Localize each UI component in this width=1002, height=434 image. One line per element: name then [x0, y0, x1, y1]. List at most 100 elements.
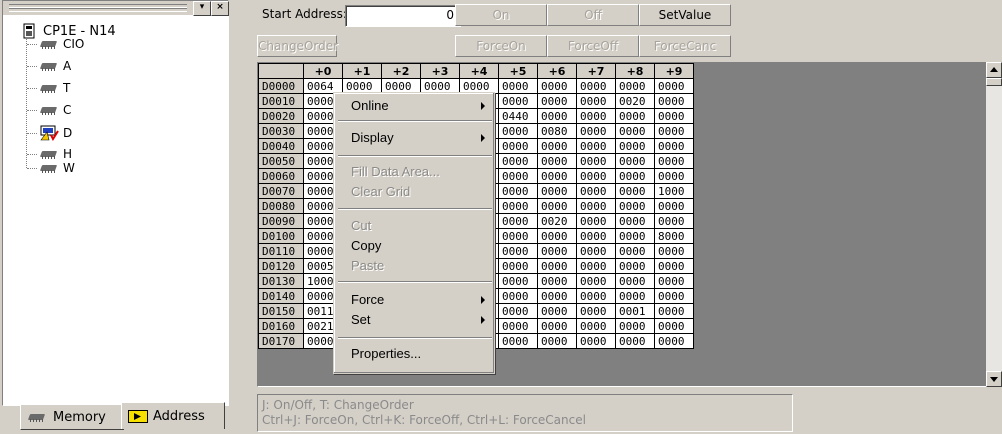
grid-cell[interactable]: 0020 [615, 93, 655, 109]
grid-cell[interactable]: 0000 [654, 303, 694, 319]
grid-cell[interactable]: 0000 [615, 123, 655, 139]
tree-item-c[interactable]: C [27, 103, 71, 117]
grid-cell[interactable]: 0000 [615, 213, 655, 229]
menu-item-fill-data-area[interactable]: Fill Data Area... [337, 163, 491, 181]
grid-cell[interactable]: 0000 [537, 258, 577, 274]
grid-cell[interactable]: 0000 [576, 153, 616, 169]
menu-item-copy[interactable]: Copy [337, 237, 491, 255]
grid-cell[interactable]: 0000 [576, 183, 616, 199]
grid-cell[interactable]: 0000 [654, 333, 694, 349]
grid-cell[interactable]: 0000 [615, 318, 655, 334]
menu-item-paste[interactable]: Paste [337, 257, 491, 275]
grid-cell[interactable]: 0000 [615, 288, 655, 304]
grid-cell[interactable]: 0000 [498, 333, 538, 349]
grid-cell[interactable]: 0000 [615, 333, 655, 349]
grid-cell[interactable]: 0000 [654, 153, 694, 169]
grid-cell[interactable]: 0000 [498, 93, 538, 109]
grid-cell[interactable]: 0000 [654, 198, 694, 214]
tree-item-a[interactable]: A [27, 59, 71, 73]
menu-item-properties[interactable]: Properties... [337, 345, 491, 363]
grid-cell[interactable]: 0000 [654, 273, 694, 289]
vertical-scrollbar[interactable] [986, 62, 1002, 387]
grid-cell[interactable]: 0440 [498, 108, 538, 124]
grid-cell[interactable]: 0000 [498, 138, 538, 154]
on-button[interactable]: On [455, 4, 547, 26]
grid-cell[interactable]: 0000 [537, 318, 577, 334]
grid-cell[interactable]: 0000 [537, 153, 577, 169]
grid-cell[interactable]: 0000 [654, 243, 694, 259]
grid-cell[interactable]: 0000 [498, 168, 538, 184]
grid-cell[interactable]: 0000 [615, 138, 655, 154]
grid-cell[interactable]: 0000 [537, 333, 577, 349]
grid-cell[interactable]: 0000 [498, 228, 538, 244]
grid-cell[interactable]: 0020 [537, 213, 577, 229]
tree-item-h[interactable]: H [27, 147, 72, 161]
grid-cell[interactable]: 0000 [654, 108, 694, 124]
grid-cell[interactable]: 0000 [654, 123, 694, 139]
grid-cell[interactable]: 0000 [576, 228, 616, 244]
grid-cell[interactable]: 0000 [576, 213, 616, 229]
menu-item-display[interactable]: Display [337, 129, 491, 147]
grid-cell[interactable]: 0000 [615, 153, 655, 169]
grid-cell[interactable]: 0000 [576, 318, 616, 334]
grid-cell[interactable]: 0001 [615, 303, 655, 319]
grid-cell[interactable]: 0000 [576, 168, 616, 184]
grid-cell[interactable]: 0000 [537, 183, 577, 199]
grid-cell[interactable]: 0000 [576, 138, 616, 154]
force-off-button[interactable]: ForceOff [547, 35, 639, 57]
grid-cell[interactable]: 0000 [498, 303, 538, 319]
grid-cell[interactable]: 0000 [498, 273, 538, 289]
grid-cell[interactable]: 0000 [498, 183, 538, 199]
tab-memory[interactable]: Memory [20, 404, 124, 430]
grid-cell[interactable]: 0000 [498, 123, 538, 139]
grid-cell[interactable]: 0000 [615, 78, 655, 94]
set-value-button[interactable]: SetValue [639, 4, 731, 26]
grid-cell[interactable]: 0000 [576, 78, 616, 94]
menu-item-online[interactable]: Online [337, 97, 491, 115]
grid-cell[interactable]: 0000 [537, 243, 577, 259]
grid-cell[interactable]: 0000 [615, 108, 655, 124]
tab-address[interactable]: Address [121, 402, 225, 429]
off-button[interactable]: Off [547, 4, 639, 26]
grid-cell[interactable]: 0000 [498, 318, 538, 334]
grid-cell[interactable]: 0000 [615, 168, 655, 184]
grid-cell[interactable]: 0000 [576, 333, 616, 349]
grid-cell[interactable]: 0000 [537, 78, 577, 94]
grid-cell[interactable]: 0000 [537, 168, 577, 184]
grid-cell[interactable]: 0000 [576, 288, 616, 304]
tree-item-w[interactable]: W [27, 161, 75, 175]
grid-cell[interactable]: 0000 [576, 123, 616, 139]
grid-cell[interactable]: 0000 [654, 78, 694, 94]
grid-cell[interactable]: 0000 [498, 243, 538, 259]
grid-cell[interactable]: 0000 [654, 318, 694, 334]
grid-cell[interactable]: 0000 [576, 273, 616, 289]
grid-cell[interactable]: 0000 [654, 213, 694, 229]
grid-cell[interactable]: 0000 [576, 108, 616, 124]
grid-cell[interactable]: 0000 [537, 198, 577, 214]
grid-cell[interactable]: 0000 [498, 153, 538, 169]
start-address-input[interactable]: 0 [345, 5, 461, 27]
tree-item-d[interactable]: D [27, 125, 72, 141]
grid-cell[interactable]: 0000 [576, 258, 616, 274]
scroll-up-button[interactable] [986, 62, 1002, 78]
grid-cell[interactable]: 0000 [537, 303, 577, 319]
grid-cell[interactable]: 0000 [654, 138, 694, 154]
grid-cell[interactable]: 0000 [576, 303, 616, 319]
tree-item-cio[interactable]: CIO [27, 37, 84, 51]
close-icon[interactable]: × [211, 1, 229, 16]
grid-cell[interactable]: 0000 [498, 198, 538, 214]
force-cancel-button[interactable]: ForceCanc [639, 35, 731, 57]
menu-item-set[interactable]: Set [337, 311, 491, 329]
grid-cell[interactable]: 0000 [654, 288, 694, 304]
grid-cell[interactable]: 0000 [654, 93, 694, 109]
grid-cell[interactable]: 0000 [537, 108, 577, 124]
grid-cell[interactable]: 0000 [576, 198, 616, 214]
menu-item-cut[interactable]: Cut [337, 217, 491, 235]
grid-cell[interactable]: 0000 [654, 168, 694, 184]
tree-item-t[interactable]: T [27, 81, 70, 95]
grid-cell[interactable]: 0000 [615, 273, 655, 289]
grid-cell[interactable]: 0000 [498, 78, 538, 94]
grid-cell[interactable]: 0000 [498, 258, 538, 274]
grid-cell[interactable]: 0000 [615, 228, 655, 244]
scroll-thumb[interactable] [986, 78, 1002, 86]
